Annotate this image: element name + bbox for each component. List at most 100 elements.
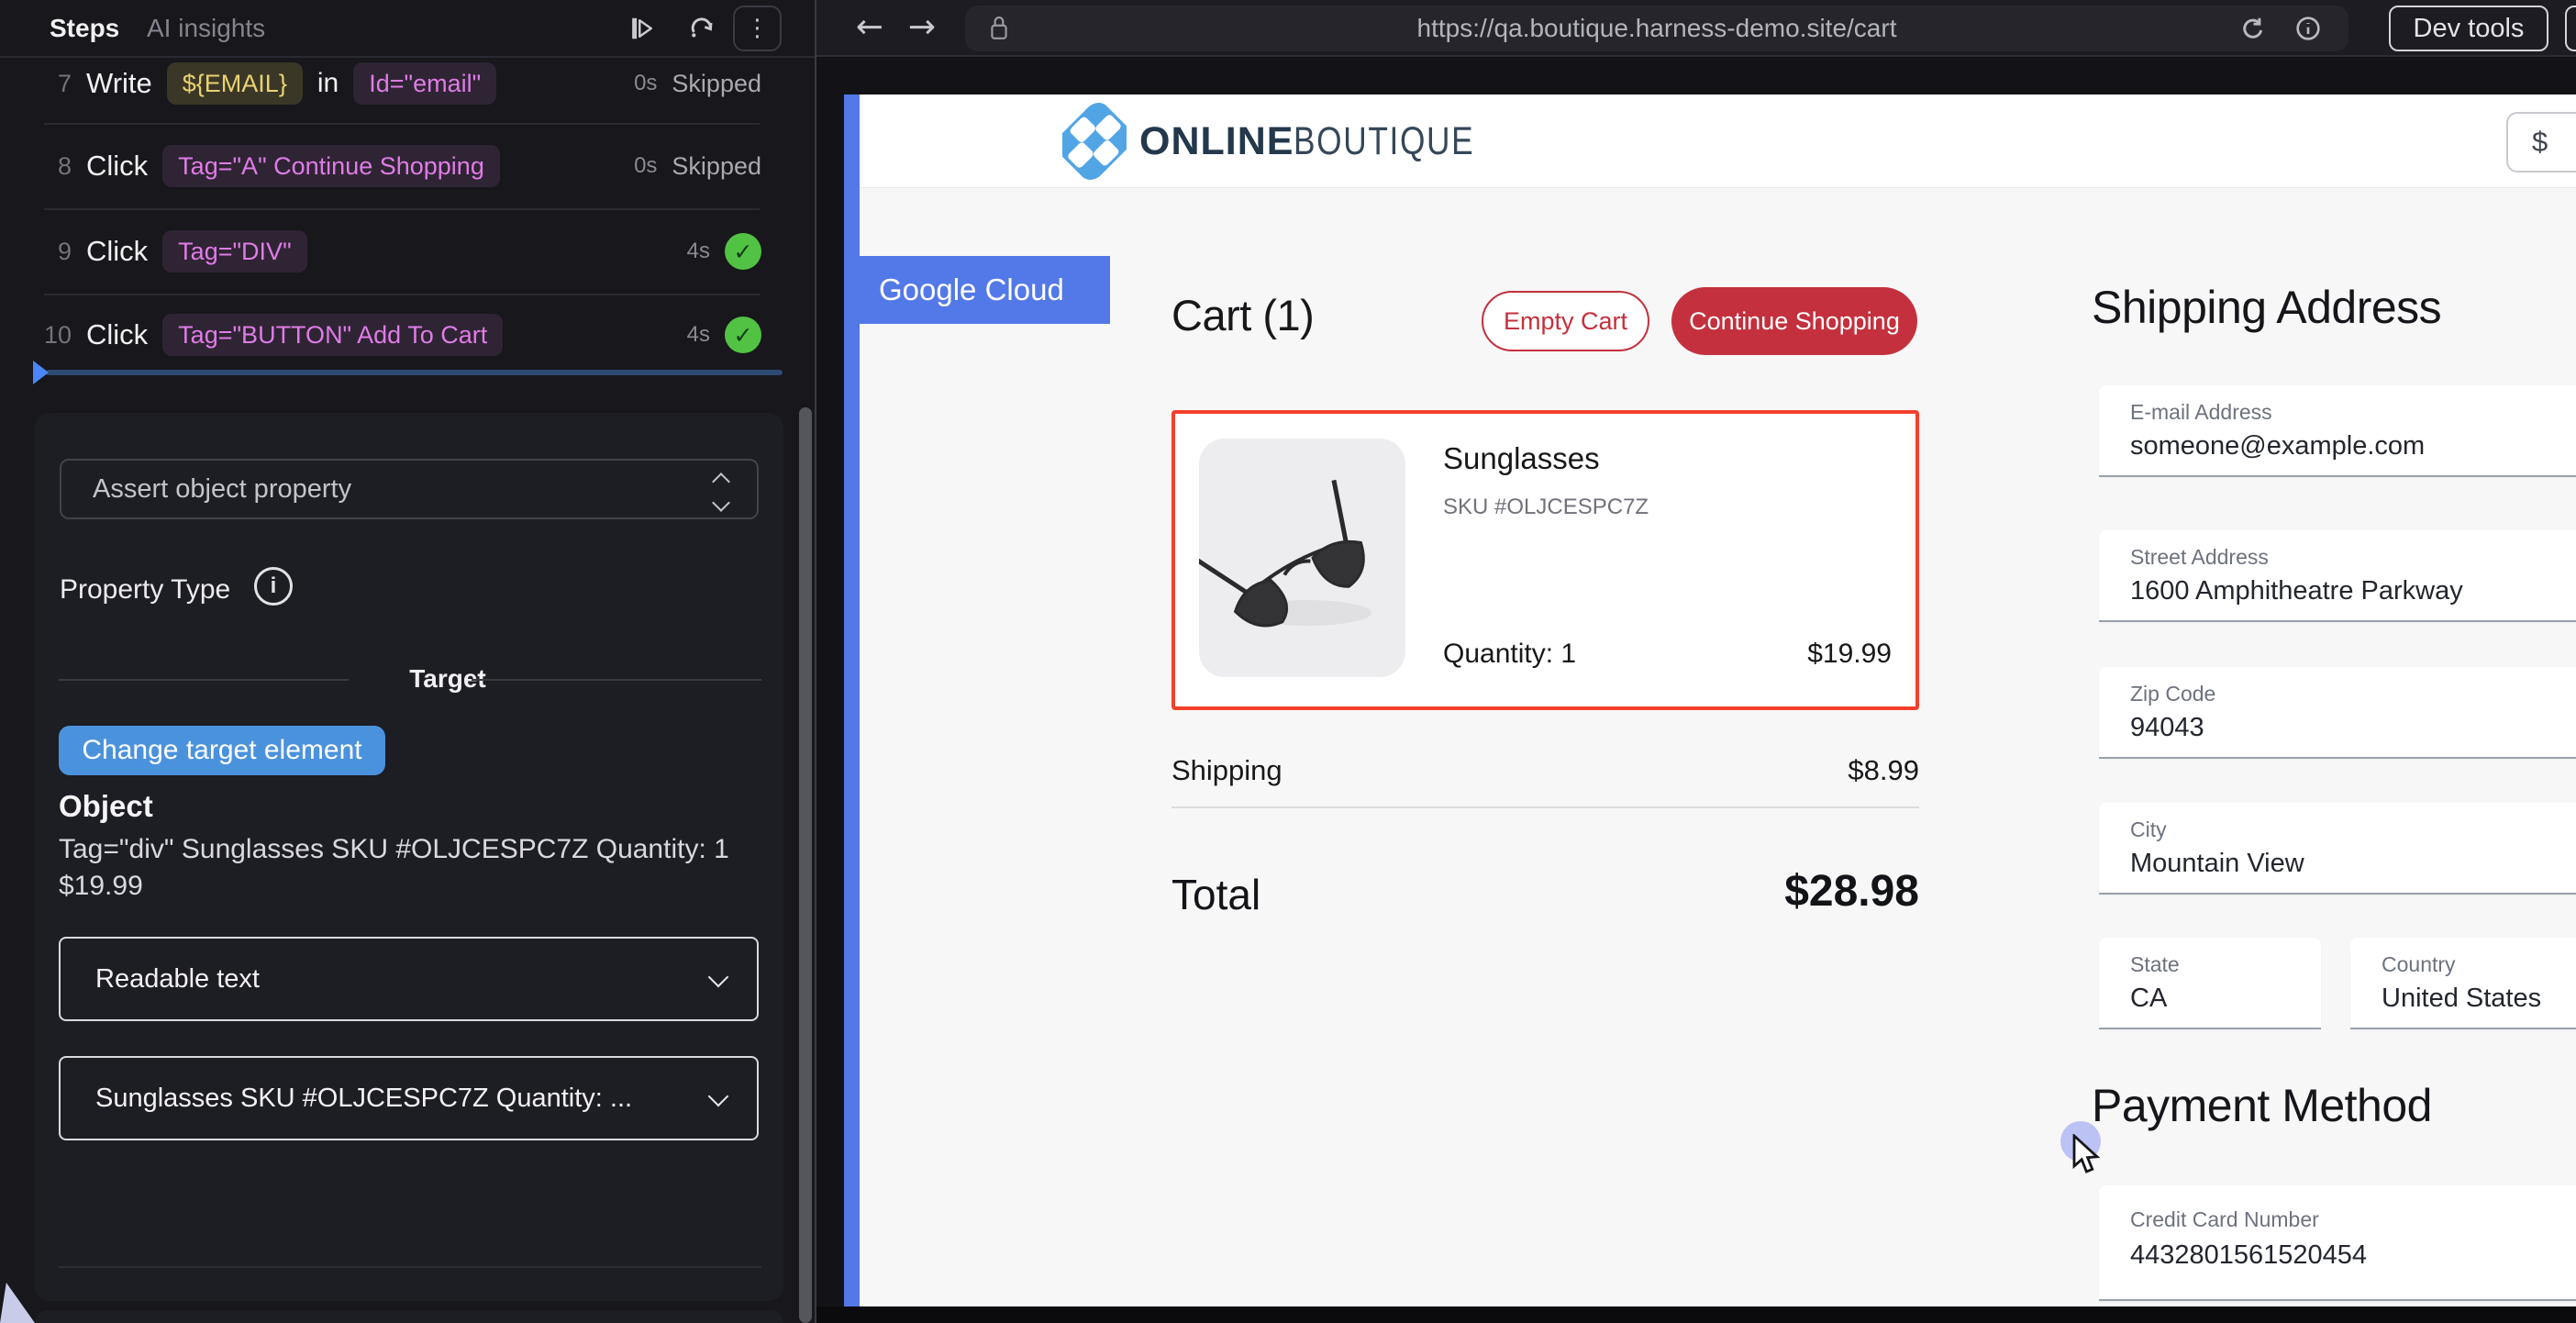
step-action: Click: [86, 318, 148, 351]
state-value: CA: [2130, 984, 2167, 1014]
country-field[interactable]: Country United States: [2350, 938, 2576, 1029]
city-value: Mountain View: [2130, 849, 2304, 879]
state-label: State: [2130, 952, 2180, 977]
state-field[interactable]: State CA: [2099, 938, 2321, 1029]
property-type-label: Property Type: [60, 574, 230, 606]
street-address-value: 1600 Amphitheatre Parkway: [2130, 576, 2463, 606]
shipping-cost-label: Shipping: [1171, 754, 1282, 787]
viewport-bottom-bar: [816, 1306, 2576, 1323]
step-action: Click: [86, 235, 148, 268]
total-label: Total: [1171, 870, 1260, 919]
more-options-button[interactable]: ⋮: [733, 6, 782, 51]
street-address-label: Street Address: [2130, 545, 2269, 570]
back-icon[interactable]: ←: [849, 6, 891, 48]
tab-steps[interactable]: Steps: [50, 0, 119, 56]
chevron-down-icon: [708, 1086, 729, 1107]
step-duration: 0s: [634, 71, 657, 96]
assert-type-value: Assert object property: [93, 474, 351, 505]
select-updown-icon: [715, 475, 727, 509]
product-sku: SKU #OLJCESPC7Z: [1443, 495, 1649, 520]
brand-bold: ONLINE: [1139, 119, 1294, 163]
variable-badge: ${EMAIL}: [167, 62, 303, 105]
selector-badge: Tag="BUTTON" Add To Cart: [162, 314, 503, 356]
step-number: 7: [42, 70, 72, 98]
selector-badge: Id="email": [353, 62, 496, 105]
expected-value-dropdown[interactable]: Sunglasses SKU #OLJCESPC7Z Quantity: ...: [59, 1056, 759, 1140]
step-duration: 4s: [687, 322, 710, 348]
mouse-cursor-icon: [2071, 1134, 2110, 1176]
cart-heading: Cart (1): [1171, 290, 1314, 340]
edge-clipped-button[interactable]: [2565, 6, 2576, 51]
test-steps-panel: Steps AI insights ⋮ 7 Write ${EMAIL} in …: [0, 0, 816, 1323]
email-field[interactable]: E-mail Address someone@example.com: [2099, 385, 2576, 477]
step-passed-icon: ✓: [725, 317, 761, 353]
step-status: Skipped: [672, 70, 761, 98]
step-passed-icon: ✓: [725, 233, 761, 270]
online-boutique-wordmark: ONLINEBOUTIQUE: [1139, 119, 1515, 164]
street-address-field[interactable]: Street Address 1600 Amphitheatre Parkway: [2099, 530, 2576, 622]
continue-shopping-button[interactable]: Continue Shopping: [1671, 287, 1917, 355]
rerun-icon[interactable]: [681, 7, 723, 50]
credit-card-label: Credit Card Number: [2130, 1207, 2319, 1232]
info-icon[interactable]: i: [254, 567, 293, 606]
email-label: E-mail Address: [2130, 400, 2272, 425]
currency-selector-button[interactable]: $: [2506, 112, 2576, 172]
step-number: 8: [42, 152, 72, 181]
zip-code-field[interactable]: Zip Code 94043: [2099, 667, 2576, 759]
city-field[interactable]: City Mountain View: [2099, 803, 2576, 895]
step-editor-card: Assert object property Property Type i T…: [35, 413, 783, 1301]
total-value: $28.98: [1644, 866, 1919, 917]
cart-item-card[interactable]: Sunglasses SKU #OLJCESPC7Z Quantity: 1 $…: [1171, 410, 1919, 710]
online-boutique-logo-icon: [1062, 101, 1127, 182]
change-target-element-button[interactable]: Change target element: [59, 726, 385, 775]
zip-code-value: 94043: [2130, 713, 2204, 743]
tab-ai-insights[interactable]: AI insights: [147, 0, 265, 56]
forward-icon[interactable]: →: [901, 6, 943, 48]
expected-value-text: Sunglasses SKU #OLJCESPC7Z Quantity: ...: [95, 1084, 632, 1114]
product-name: Sunglasses: [1443, 441, 1600, 476]
empty-cart-button[interactable]: Empty Cart: [1482, 291, 1649, 351]
panel-tabbar: Steps AI insights ⋮: [0, 0, 815, 58]
readable-text-dropdown[interactable]: Readable text: [59, 937, 759, 1021]
step-number: 10: [42, 321, 72, 350]
readable-text-value: Readable text: [95, 964, 260, 995]
step-action: Click: [86, 150, 148, 183]
object-description: Tag="div" Sunglasses SKU #OLJCESPC7Z Qua…: [59, 831, 739, 905]
playhead-marker-icon: [33, 361, 49, 384]
step-row-7[interactable]: 7 Write ${EMAIL} in Id="email" 0s Skippe…: [0, 51, 815, 116]
product-price: $19.99: [1807, 639, 1892, 670]
url-text: https://qa.boutique.harness-demo.site/ca…: [965, 6, 2348, 51]
step-status: Skipped: [672, 152, 761, 181]
credit-card-field[interactable]: Credit Card Number 4432801561520454: [2099, 1185, 2576, 1301]
credit-card-value: 4432801561520454: [2130, 1240, 2367, 1271]
step-row-9[interactable]: 9 Click Tag="DIV" 4s ✓: [0, 210, 815, 293]
brand-light: BOUTIQUE: [1294, 119, 1474, 164]
step-action: Write: [86, 67, 152, 100]
reload-icon[interactable]: [2238, 14, 2268, 43]
run-from-step-icon[interactable]: [622, 7, 664, 50]
step-row-8[interactable]: 8 Click Tag="A" Continue Shopping 0s Ski…: [0, 125, 815, 207]
chevron-down-icon: [708, 967, 729, 988]
url-bar[interactable]: https://qa.boutique.harness-demo.site/ca…: [965, 6, 2348, 51]
step-row-10[interactable]: 10 Click Tag="BUTTON" Add To Cart 4s ✓: [0, 295, 815, 374]
card-divider: [59, 1266, 761, 1268]
payment-method-heading: Payment Method: [2092, 1079, 2432, 1132]
app-root: Steps AI insights ⋮ 7 Write ${EMAIL} in …: [0, 0, 2576, 1323]
selector-badge: Tag="A" Continue Shopping: [162, 145, 500, 187]
shipping-cost-value: $8.99: [1736, 754, 1919, 787]
step-number: 9: [42, 238, 72, 266]
summary-divider: [1171, 806, 1919, 808]
next-card-edge: [35, 1310, 783, 1323]
product-image: [1199, 439, 1405, 677]
target-divider-line: [472, 679, 761, 681]
page-info-icon[interactable]: [2293, 14, 2323, 43]
shipping-address-heading: Shipping Address: [2092, 281, 2441, 334]
object-heading: Object: [59, 789, 153, 824]
assert-type-select[interactable]: Assert object property: [60, 459, 759, 519]
panel-scrollbar[interactable]: [799, 407, 812, 1323]
step-duration: 4s: [687, 239, 710, 264]
dev-tools-button[interactable]: Dev tools: [2389, 6, 2548, 51]
email-value: someone@example.com: [2130, 431, 2425, 461]
target-divider-line: [59, 679, 349, 681]
country-value: United States: [2382, 984, 2541, 1014]
